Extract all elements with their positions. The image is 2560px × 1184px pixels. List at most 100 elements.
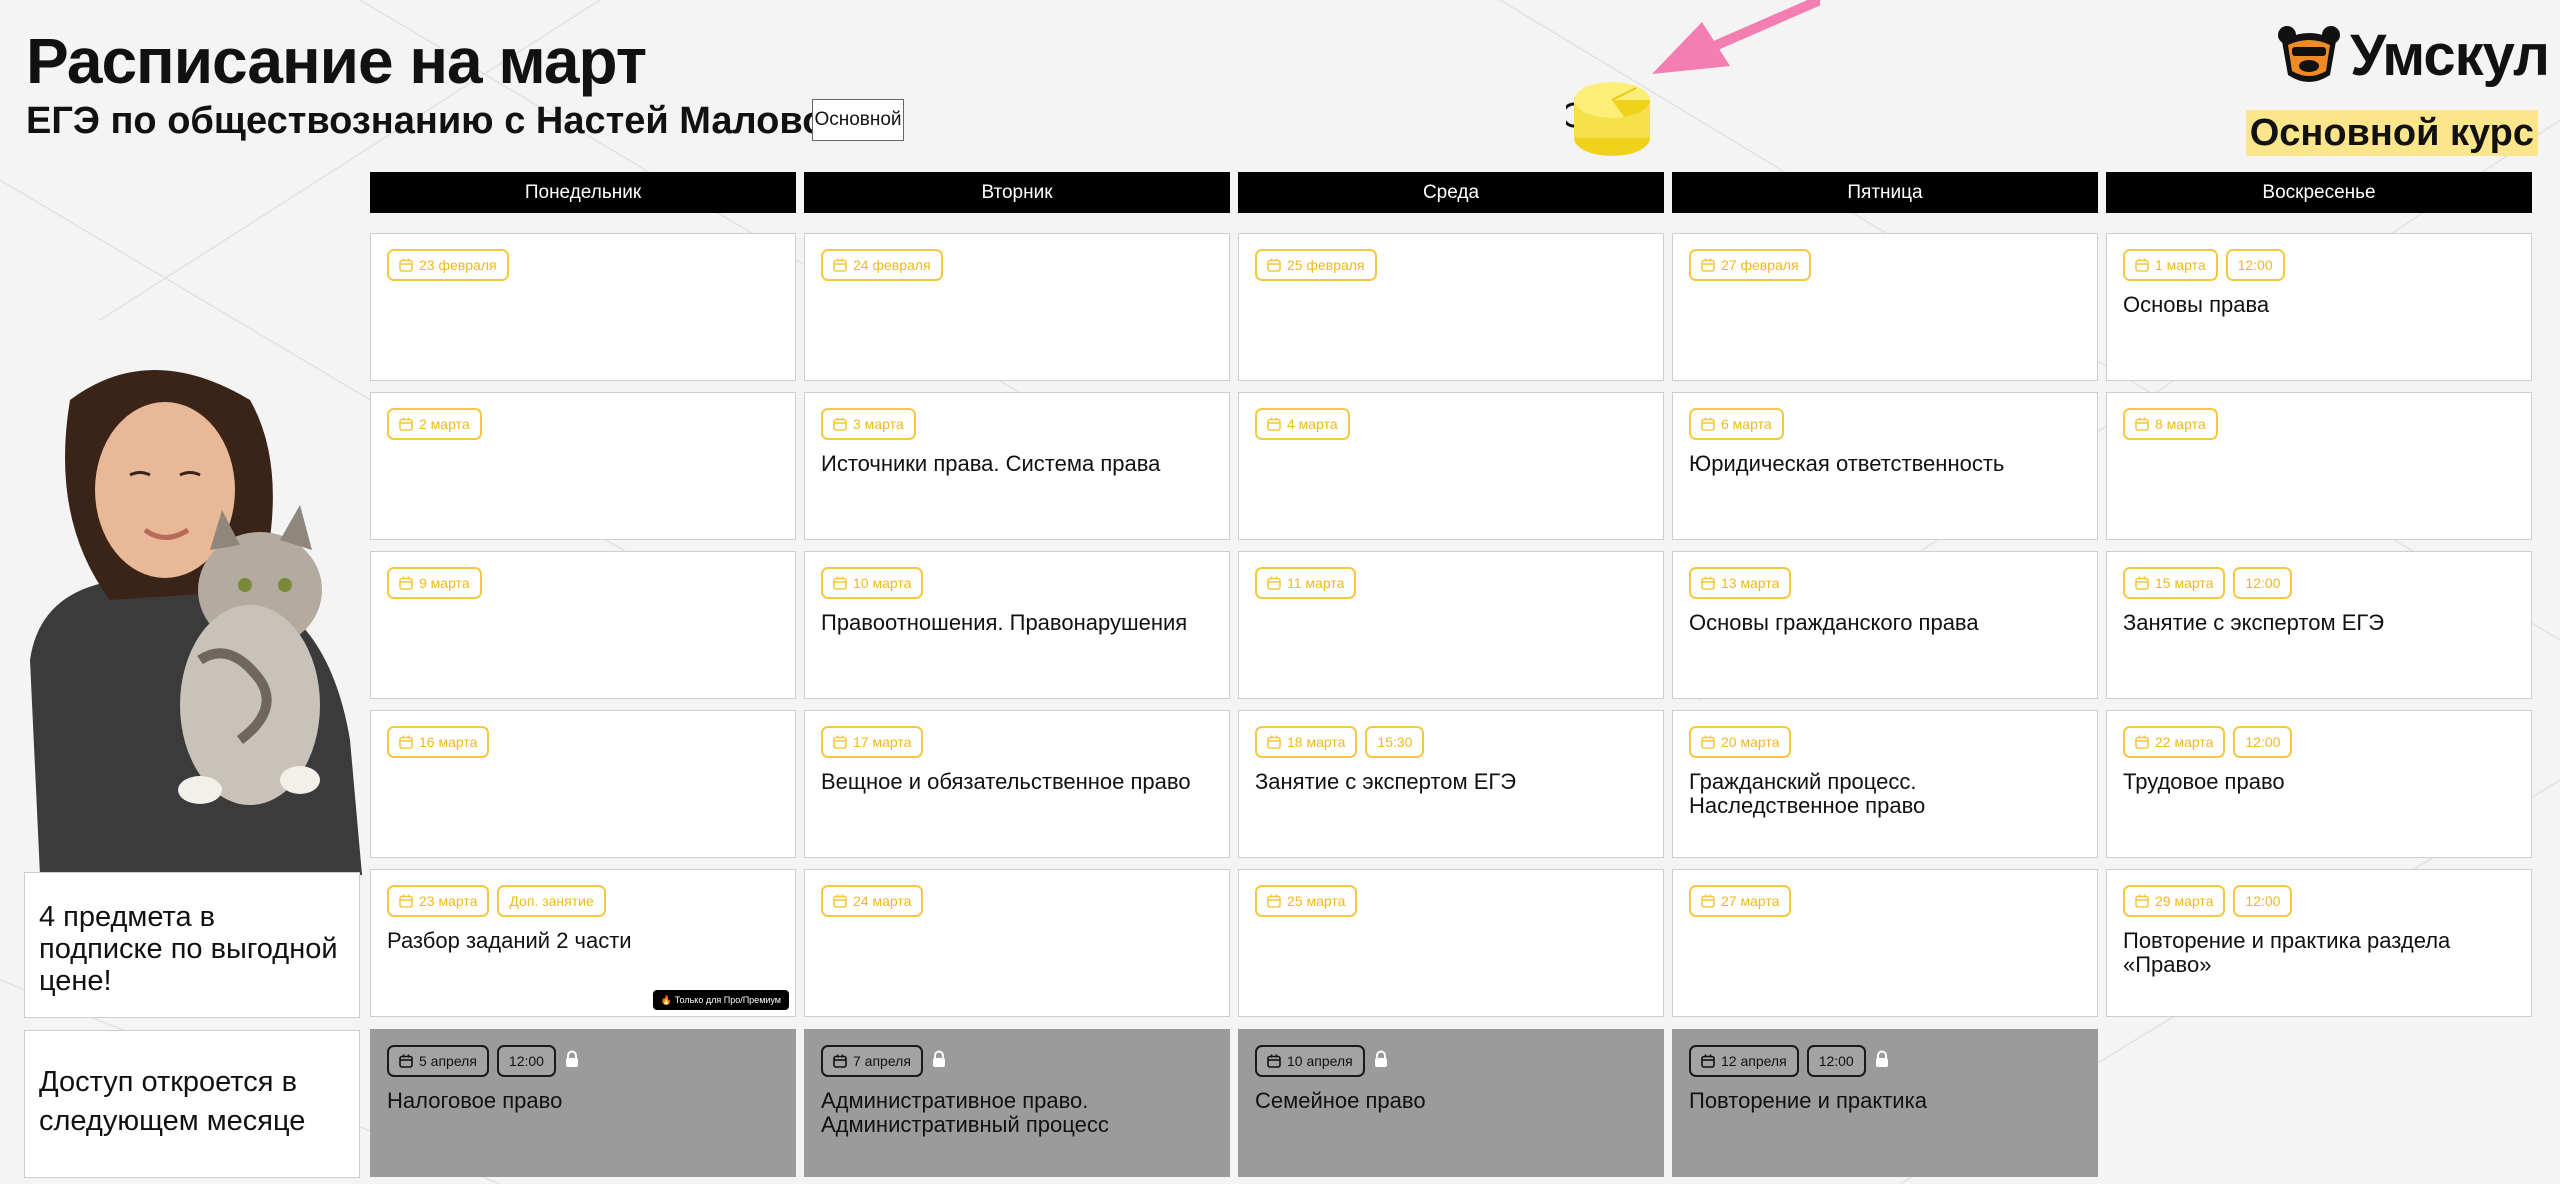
date-chip: 3 марта [821, 408, 916, 440]
lesson-card[interactable]: 27 февраля [1672, 233, 2098, 381]
date-chip: 13 марта [1689, 567, 1792, 599]
date-label: 25 февраля [1287, 257, 1365, 273]
date-label: 2 марта [419, 416, 470, 432]
calendar-icon [1701, 735, 1715, 749]
date-label: 20 марта [1721, 734, 1780, 750]
course-label: Основной курс [2245, 110, 2538, 156]
lock-icon [565, 1050, 578, 1067]
day-header-sunday: Воскресенье [2106, 172, 2532, 213]
time-chip: 12:00 [1806, 1045, 1866, 1077]
date-chip: 23 февраля [387, 249, 509, 281]
date-label: 15 марта [2155, 575, 2214, 591]
lesson-card[interactable]: 25 марта [1238, 869, 1664, 1017]
lesson-card[interactable]: 16 марта [370, 710, 796, 858]
course-type-button[interactable]: Основной [812, 99, 904, 141]
date-label: 10 апреля [1287, 1053, 1353, 1069]
lesson-card[interactable]: 3 марта Источники права. Система права [804, 392, 1230, 540]
locked-lesson-card[interactable]: 10 апреля Семейное право [1238, 1029, 1664, 1177]
lesson-card[interactable]: 29 марта 12:00 Повторение и практика разде… [2106, 869, 2532, 1017]
chip-row: 1 марта 12:00 [2123, 249, 2285, 281]
date-label: 12 апреля [1721, 1053, 1787, 1069]
date-label: 29 марта [2155, 893, 2214, 909]
time-chip: 12:00 [2225, 249, 2285, 281]
lesson-card[interactable]: 18 марта 15:30 Занятие с экспертом ЕГЭ [1238, 710, 1664, 858]
locked-lesson-card[interactable]: 5 апреля 12:00 Налоговое право [370, 1029, 796, 1177]
calendar-icon [2135, 894, 2149, 908]
lesson-card[interactable]: 23 марта Доп. занятие Разбор заданий 2 час… [370, 869, 796, 1017]
lesson-card[interactable]: 24 февраля [804, 233, 1230, 381]
chip-row: 10 марта [821, 567, 924, 599]
calendar-icon [399, 576, 413, 590]
date-chip: 10 апреля [1255, 1045, 1365, 1077]
chip-row: 9 марта [387, 567, 482, 599]
page-subtitle: ЕГЭ по обществознанию с Настей Маловой [26, 100, 849, 142]
chip-row: 27 марта [1689, 885, 1792, 917]
lesson-title: Вещное и обязательственное право [821, 769, 1191, 794]
calendar-icon [399, 894, 413, 908]
lesson-card[interactable]: 6 марта Юридическая ответственность [1672, 392, 2098, 540]
date-label: 24 февраля [853, 257, 931, 273]
locked-lesson-card[interactable]: 12 апреля 12:00 Повторение и практика [1672, 1029, 2098, 1177]
lesson-card[interactable]: 9 марта [370, 551, 796, 699]
subscription-promo[interactable]: 4 предмета в подписке по выгодной цене! [24, 872, 360, 1018]
lock-wrapper [1373, 1050, 1389, 1073]
date-chip: 24 марта [821, 885, 924, 917]
date-label: 27 февраля [1721, 257, 1799, 273]
lesson-title: Налоговое право [387, 1088, 563, 1113]
lesson-card[interactable]: 2 марта [370, 392, 796, 540]
lesson-card[interactable]: 15 марта 12:00 Занятие с экспертом ЕГЭ [2106, 551, 2532, 699]
lesson-card[interactable]: 4 марта [1238, 392, 1664, 540]
time-label: 12:00 [1818, 1053, 1854, 1069]
lesson-card[interactable]: 8 марта [2106, 392, 2532, 540]
lesson-card[interactable]: 11 марта [1238, 551, 1664, 699]
lesson-title: Трудовое право [2123, 769, 2285, 794]
chip-row: 18 марта 15:30 [1255, 726, 1425, 758]
date-label: 17 марта [853, 734, 912, 750]
lesson-card[interactable]: 17 марта Вещное и обязательственное право [804, 710, 1230, 858]
calendar-icon [399, 258, 413, 272]
chip-row: 7 апреля [821, 1045, 947, 1077]
chip-row: 29 марта 12:00 [2123, 885, 2293, 917]
date-chip: 27 февраля [1689, 249, 1811, 281]
lesson-card[interactable]: 10 марта Правоотношения. Правонарушения [804, 551, 1230, 699]
calendar-icon [1267, 417, 1281, 431]
date-chip: 1 марта [2123, 249, 2218, 281]
lesson-card[interactable]: 24 марта [804, 869, 1230, 1017]
chip-row: 4 марта [1255, 408, 1350, 440]
lesson-card[interactable]: 20 марта Гражданский процесс. Наследствен… [1672, 710, 2098, 858]
premium-label: Только для Про/Премиум [674, 995, 781, 1005]
page-title: Расписание на март [26, 25, 647, 97]
date-label: 5 апреля [419, 1053, 477, 1069]
calendar-icon [833, 1054, 847, 1068]
chip-row: 25 марта [1255, 885, 1358, 917]
lesson-card[interactable]: 22 марта 12:00 Трудовое право [2106, 710, 2532, 858]
lesson-title: Юридическая ответственность [1689, 451, 2005, 476]
logo-text: Умскул [2350, 23, 2550, 88]
calendar-icon [833, 894, 847, 908]
lesson-title: Основы гражданского права [1689, 610, 1979, 635]
chip-row: 23 февраля [387, 249, 509, 281]
time-label: 12:00 [2245, 575, 2281, 591]
calendar-icon [1701, 417, 1715, 431]
time-chip: 12:00 [2233, 726, 2293, 758]
umskul-logo[interactable]: Умскул [2276, 22, 2550, 89]
lesson-title: Повторение и практика раздела «Право» [2123, 928, 2451, 977]
date-chip: 24 февраля [821, 249, 943, 281]
lesson-card[interactable]: 23 февраля [370, 233, 796, 381]
lesson-card[interactable]: 25 февраля [1238, 233, 1664, 381]
lesson-card[interactable]: 1 марта 12:00 Основы права [2106, 233, 2532, 381]
lock-icon [932, 1050, 945, 1067]
date-label: 10 марта [853, 575, 912, 591]
lock-wrapper [564, 1050, 580, 1073]
lesson-title: Источники права. Система права [821, 451, 1161, 476]
bear-icon [2278, 25, 2340, 82]
chip-row: 8 марта [2123, 408, 2218, 440]
chip-row: 27 февраля [1689, 249, 1811, 281]
date-label: 9 марта [419, 575, 470, 591]
calendar-icon [1701, 894, 1715, 908]
date-label: 7 апреля [853, 1053, 911, 1069]
locked-lesson-card[interactable]: 7 апреля Административное право. Админист… [804, 1029, 1230, 1177]
date-label: 23 марта [419, 893, 478, 909]
lesson-card[interactable]: 13 марта Основы гражданского права [1672, 551, 2098, 699]
lesson-card[interactable]: 27 марта [1672, 869, 2098, 1017]
